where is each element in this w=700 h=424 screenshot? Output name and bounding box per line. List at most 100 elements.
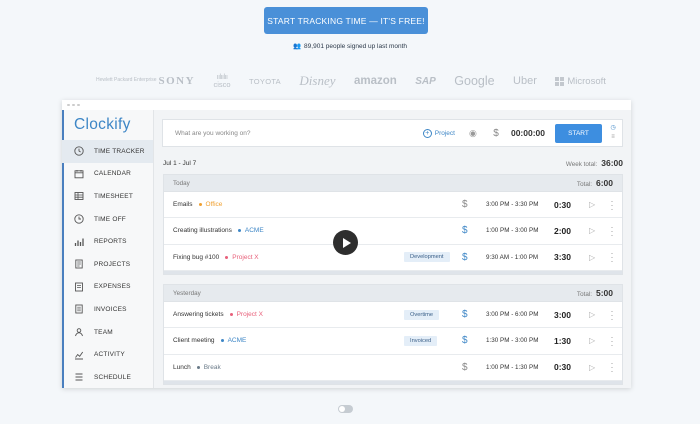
sidebar-item-reports[interactable]: REPORTS — [62, 230, 153, 253]
sidebar-item-time-off[interactable]: TIME OFF — [62, 208, 153, 231]
tag-icon[interactable]: ◉ — [467, 128, 479, 139]
group-label: Yesterday — [173, 289, 201, 297]
entry-tag[interactable]: Development — [404, 252, 450, 263]
more-options-icon[interactable]: · · · — [610, 359, 614, 376]
sidebar-item-label: TIME OFF — [94, 215, 126, 223]
entry-duration[interactable]: 0:30 — [554, 200, 571, 210]
entry-project[interactable]: Office — [206, 201, 223, 208]
entry-time-range[interactable]: 3:00 PM - 3:30 PM — [486, 201, 539, 208]
entry-project[interactable]: ACME — [228, 337, 247, 344]
sidebar-item-schedule[interactable]: SCHEDULE — [62, 366, 153, 388]
manual-mode-list-icon[interactable]: ≡ — [611, 134, 615, 141]
timer-mode-toggle: ◷ ≡ — [608, 125, 618, 141]
logo-sony: SONY — [158, 75, 196, 87]
sidebar-item-projects[interactable]: PROJECTS — [62, 253, 153, 276]
project-color-dot — [198, 203, 202, 207]
time-entry-row: Emails Office $3:00 PM - 3:30 PM 0:30 ▷ · · · — [164, 192, 622, 219]
week-range: Jul 1 - Jul 7 — [163, 159, 197, 167]
continue-play-icon[interactable]: ▷ — [589, 200, 595, 209]
entry-project[interactable]: Project X — [237, 311, 263, 318]
people-icon: 👥 — [292, 43, 302, 50]
more-options-icon[interactable]: · · · — [610, 222, 614, 239]
billable-dollar-icon[interactable]: $ — [462, 252, 468, 263]
team-icon — [73, 326, 85, 338]
timer-bar: What are you working on? + Project ◉ $ 00… — [162, 119, 623, 147]
main-panel: What are you working on? + Project ◉ $ 00… — [154, 110, 631, 388]
sidebar-item-label: TIMESHEET — [94, 192, 133, 200]
entry-project[interactable]: Project X — [232, 254, 258, 261]
logo-cisco: ıılıılıı cisco — [213, 74, 231, 89]
entry-time-range[interactable]: 1:00 PM - 3:00 PM — [486, 227, 539, 234]
entry-description[interactable]: Fixing bug #100 — [173, 254, 219, 261]
theme-toggle[interactable] — [338, 405, 353, 413]
billable-dollar-icon[interactable]: $ — [491, 128, 501, 139]
project-picker[interactable]: + Project — [422, 128, 455, 138]
entry-duration[interactable]: 1:30 — [554, 336, 571, 346]
sidebar-item-invoices[interactable]: INVOICES — [62, 298, 153, 321]
time-entry-row: Answering tickets Project X Overtime $3:00 … — [164, 302, 622, 329]
group-header: Yesterday Total: 5:00 — [164, 285, 622, 302]
sidebar-item-label: REPORTS — [94, 238, 127, 246]
entry-time-range[interactable]: 1:00 PM - 1:30 PM — [486, 364, 539, 371]
time-off-icon — [73, 213, 85, 225]
video-play-button[interactable] — [333, 230, 358, 255]
sidebar-item-time-tracker[interactable]: TIME TRACKER — [62, 140, 153, 163]
sidebar-item-timesheet[interactable]: TIMESHEET — [62, 185, 153, 208]
start-button[interactable]: START — [555, 123, 602, 143]
entry-description[interactable]: Lunch — [173, 364, 191, 371]
signup-count: 👥 89,901 people signed up last month — [292, 43, 408, 50]
more-options-icon[interactable]: · · · — [610, 249, 614, 266]
billable-dollar-icon[interactable]: $ — [462, 225, 468, 236]
logo-google: Google — [454, 74, 495, 88]
expenses-icon — [73, 281, 85, 293]
entry-project[interactable]: Break — [204, 364, 221, 371]
entry-tag[interactable]: Overtime — [404, 309, 440, 320]
billable-dollar-icon[interactable]: $ — [462, 335, 468, 346]
timer-mode-clock-icon[interactable]: ◷ — [610, 125, 615, 132]
start-tracking-button[interactable]: START TRACKING TIME — IT'S FREE! — [264, 7, 428, 34]
continue-play-icon[interactable]: ▷ — [589, 310, 595, 319]
project-color-dot — [229, 313, 233, 317]
calendar-icon — [73, 168, 85, 180]
continue-play-icon[interactable]: ▷ — [589, 336, 595, 345]
sidebar-item-expenses[interactable]: EXPENSES — [62, 276, 153, 299]
entry-time-range[interactable]: 1:30 PM - 3:00 PM — [486, 337, 539, 344]
entry-duration[interactable]: 3:00 — [554, 310, 571, 320]
time-entry-row: Creating illustrations ACME $1:00 PM - 3:0… — [164, 218, 622, 245]
billable-dollar-icon[interactable]: $ — [462, 199, 468, 210]
entry-duration[interactable]: 2:00 — [554, 226, 571, 236]
entry-project[interactable]: ACME — [245, 227, 264, 234]
sidebar-item-activity[interactable]: ACTIVITY — [62, 343, 153, 366]
description-input[interactable]: What are you working on? — [163, 130, 423, 137]
entry-duration[interactable]: 0:30 — [554, 362, 571, 372]
more-options-icon[interactable]: · · · — [610, 306, 614, 323]
entry-description[interactable]: Client meeting — [173, 337, 215, 344]
sidebar-item-label: TEAM — [94, 328, 113, 336]
time-entry-row: Client meeting ACME Invoiced $1:30 PM - 3:0… — [164, 328, 622, 355]
sidebar-item-label: INVOICES — [94, 305, 127, 313]
continue-play-icon[interactable]: ▷ — [589, 253, 595, 262]
group-label: Today — [173, 179, 190, 187]
microsoft-squares-icon — [555, 76, 565, 86]
time-entry-row: Fixing bug #100 Project X Development $9:30… — [164, 245, 622, 271]
project-color-dot — [237, 229, 241, 233]
entry-description[interactable]: Emails — [173, 201, 193, 208]
billable-dollar-icon[interactable]: $ — [462, 362, 468, 373]
billable-dollar-icon[interactable]: $ — [462, 309, 468, 320]
more-options-icon[interactable]: · · · — [610, 196, 614, 213]
entry-time-range[interactable]: 3:00 PM - 6:00 PM — [486, 311, 539, 318]
entry-description[interactable]: Creating illustrations — [173, 227, 232, 234]
more-options-icon[interactable]: · · · — [610, 332, 614, 349]
sidebar-item-label: CALENDAR — [94, 170, 131, 178]
entry-time-range[interactable]: 9:30 AM - 1:00 PM — [486, 254, 538, 261]
continue-play-icon[interactable]: ▷ — [589, 363, 595, 372]
customer-logos: Hewlett Packard Enterprise SONY ıılıılıı… — [96, 70, 606, 92]
brand-logo: Clockify — [74, 116, 131, 133]
sidebar-item-team[interactable]: TEAM — [62, 321, 153, 344]
continue-play-icon[interactable]: ▷ — [589, 226, 595, 235]
logo-microsoft: Microsoft — [555, 76, 606, 87]
entry-tag[interactable]: Invoiced — [404, 335, 438, 346]
entry-duration[interactable]: 3:30 — [554, 252, 571, 262]
entry-description[interactable]: Answering tickets — [173, 311, 224, 318]
sidebar-item-calendar[interactable]: CALENDAR — [62, 163, 153, 186]
